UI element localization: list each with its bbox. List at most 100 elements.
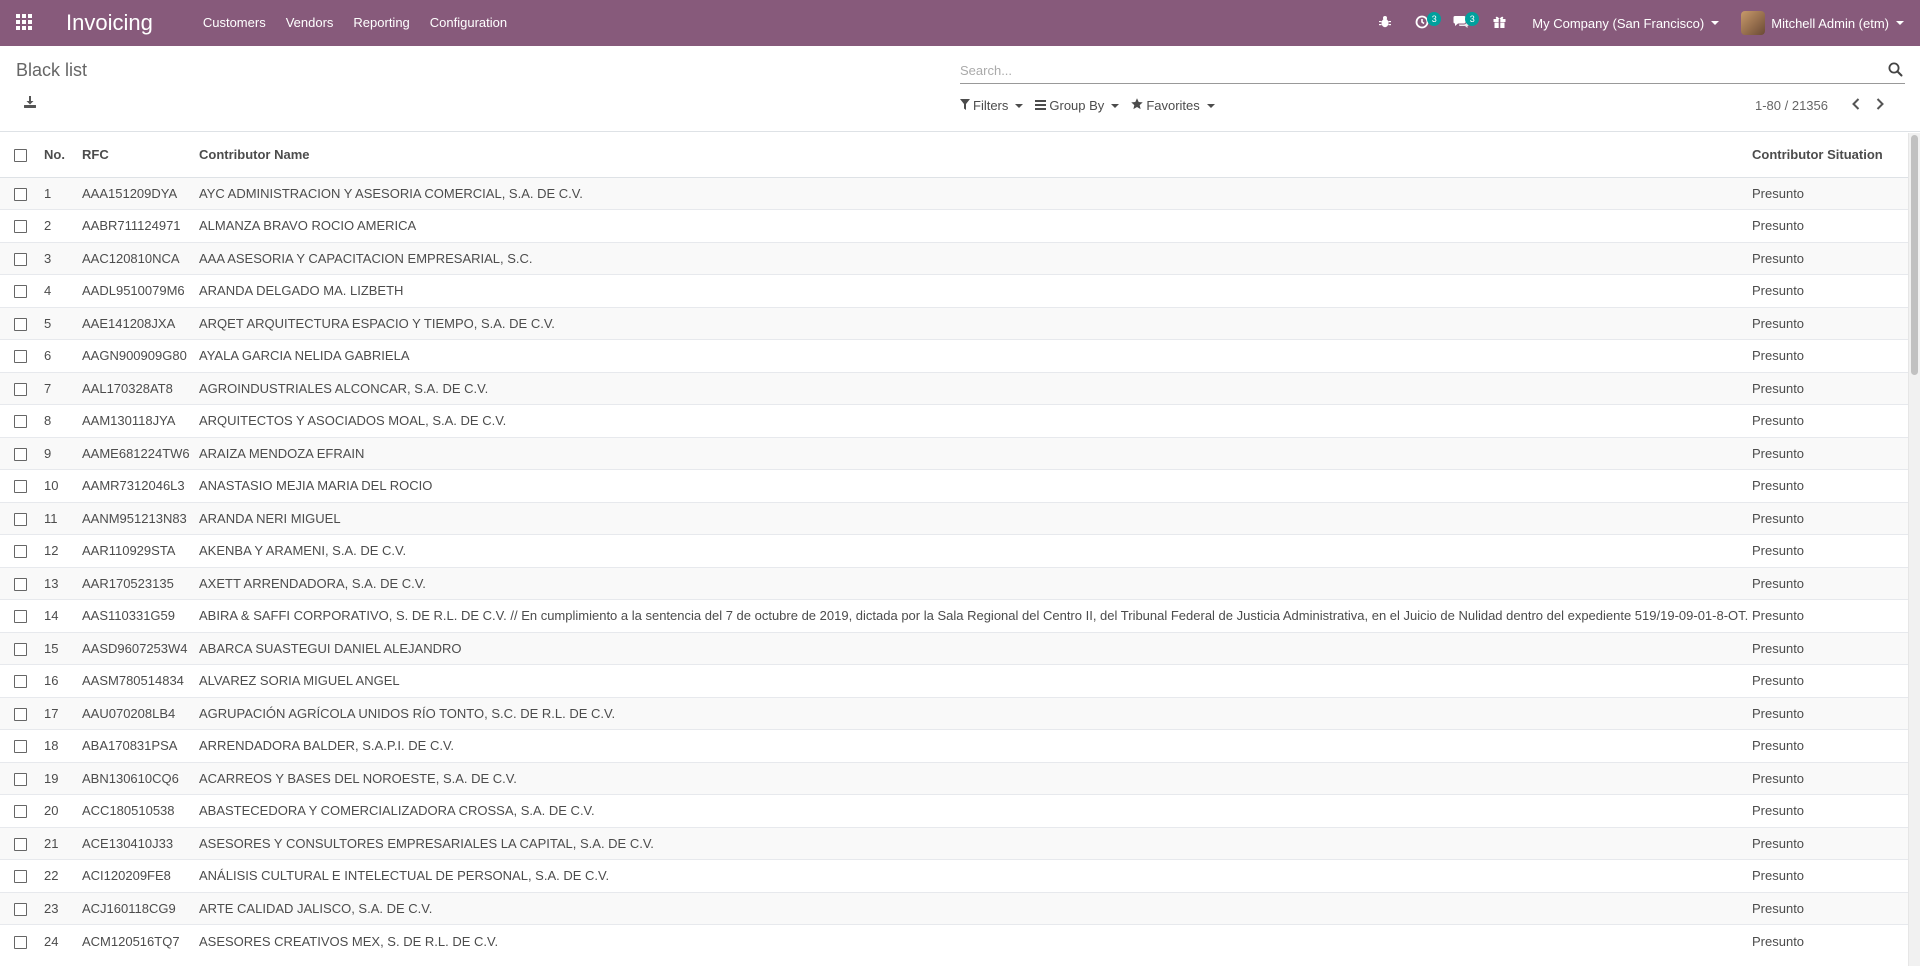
table-row[interactable]: 6 AAGN900909G80 AYALA GARCIA NELIDA GABRIE… [0, 339, 1908, 372]
scrollbar[interactable] [1908, 133, 1920, 966]
activities-button[interactable]: 3 [1403, 0, 1442, 46]
cell-contributor-name: ARANDA DELGADO MA. LIZBETH [199, 274, 1752, 307]
table-row[interactable]: 7 AAL170328AT8 AGROINDUSTRIALES ALCONCAR, … [0, 371, 1908, 405]
row-checkbox[interactable] [14, 252, 27, 266]
table-row[interactable]: 15 AASD9607253W4 ABARCA SUASTEGUI DANIEL A… [0, 631, 1908, 665]
row-checkbox[interactable] [14, 545, 27, 559]
row-checkbox[interactable] [14, 480, 27, 494]
table-row[interactable]: 14 AAS110331G59 ABIRA & SAFFI CORPORATIVO,… [0, 599, 1908, 632]
row-checkbox[interactable] [14, 317, 27, 331]
app-title[interactable]: Invoicing [66, 10, 153, 36]
table-row[interactable]: 11 AANM951213N83 ARANDA NERI MIGUEL Presunt… [0, 501, 1908, 535]
pager-previous-button[interactable] [1844, 98, 1868, 113]
table-row[interactable]: 21 ACE130410J33 ASESORES Y CONSULTORES EMP… [0, 826, 1908, 860]
groupby-dropdown[interactable]: Group By [1035, 98, 1120, 113]
favorites-dropdown[interactable]: Favorites [1131, 98, 1215, 113]
row-checkbox[interactable] [14, 805, 27, 819]
table-row[interactable]: 9 AAME681224TW6 ARAIZA MENDOZA EFRAIN Presu… [0, 436, 1908, 470]
cell-contributor-situation: Presunto [1752, 371, 1908, 405]
table-row[interactable]: 12 AAR110929STA AKENBA Y ARAMENI, S.A. DE … [0, 534, 1908, 567]
chevron-right-icon [1876, 98, 1884, 113]
cell-rfc: ACM120516TQ7 [82, 924, 199, 957]
column-header-contributor-name[interactable]: Contributor Name [199, 133, 1752, 178]
search-icon[interactable] [1888, 62, 1903, 80]
cell-no: 23 [36, 891, 82, 925]
table-row[interactable]: 23 ACJ160118CG9 ARTE CALIDAD JALISCO, S.A.… [0, 891, 1908, 925]
row-select-cell [0, 274, 36, 307]
row-checkbox[interactable] [14, 902, 27, 916]
table-row[interactable]: 13 AAR170523135 AXETT ARRENDADORA, S.A. DE… [0, 566, 1908, 600]
gift-button[interactable] [1481, 0, 1518, 46]
menu-vendors[interactable]: Vendors [276, 0, 344, 46]
table-row[interactable]: 3 AAC120810NCA AAA ASESORIA Y CAPACITACION… [0, 241, 1908, 275]
cell-contributor-name: ARRENDADORA BALDER, S.A.P.I. DE C.V. [199, 729, 1752, 762]
row-select-cell [0, 209, 36, 242]
table-row[interactable]: 5 AAE141208JXA ARQET ARQUITECTURA ESPACIO … [0, 306, 1908, 340]
row-checkbox[interactable] [14, 447, 27, 461]
filters-dropdown[interactable]: Filters [960, 98, 1024, 113]
row-checkbox[interactable] [14, 220, 27, 234]
row-checkbox[interactable] [14, 772, 27, 786]
table-row[interactable]: 8 AAM130118JYA ARQUITECTOS Y ASOCIADOS MOA… [0, 404, 1908, 437]
cell-contributor-situation: Presunto [1752, 241, 1908, 275]
row-select-cell [0, 924, 36, 957]
column-header-contributor-situation[interactable]: Contributor Situation [1752, 133, 1908, 178]
cell-contributor-name: AYC ADMINISTRACION Y ASESORIA COMERCIAL,… [199, 176, 1752, 210]
cell-no: 21 [36, 826, 82, 860]
row-select-cell [0, 891, 36, 925]
select-all-checkbox[interactable] [14, 149, 27, 163]
row-checkbox[interactable] [14, 740, 27, 754]
scrollbar-thumb[interactable] [1911, 135, 1918, 375]
row-checkbox[interactable] [14, 512, 27, 526]
table-row[interactable]: 10 AAMR7312046L3 ANASTASIO MEJIA MARIA DEL… [0, 469, 1908, 502]
search-input[interactable] [960, 58, 1860, 82]
menu-reporting[interactable]: Reporting [343, 0, 419, 46]
table-row[interactable]: 17 AAU070208LB4 AGRUPACIÓN AGRÍCOLA UNIDOS… [0, 696, 1908, 730]
apps-menu-button[interactable] [0, 0, 48, 46]
row-checkbox[interactable] [14, 350, 27, 364]
row-checkbox[interactable] [14, 415, 27, 429]
cell-contributor-situation: Presunto [1752, 306, 1908, 340]
row-checkbox[interactable] [14, 837, 27, 851]
export-button[interactable] [24, 96, 36, 111]
cell-no: 1 [36, 176, 82, 210]
messages-button[interactable]: 3 [1441, 0, 1481, 46]
debug-button[interactable] [1367, 0, 1403, 46]
table-row[interactable]: 16 AASM780514834 ALVAREZ SORIA MIGUEL ANGE… [0, 664, 1908, 697]
cell-contributor-situation: Presunto [1752, 274, 1908, 307]
column-header-no[interactable]: No. [36, 133, 82, 178]
row-checkbox[interactable] [14, 675, 27, 689]
row-select-cell [0, 534, 36, 567]
table-row[interactable]: 19 ABN130610CQ6 ACARREOS Y BASES DEL NOROE… [0, 761, 1908, 795]
pager-value[interactable]: 1-80 / 21356 [1755, 98, 1828, 113]
row-select-cell [0, 859, 36, 892]
user-menu[interactable]: Mitchell Admin (etm) [1733, 0, 1920, 46]
row-checkbox[interactable] [14, 577, 27, 591]
menu-configuration[interactable]: Configuration [420, 0, 517, 46]
cell-no: 12 [36, 534, 82, 567]
cell-contributor-situation: Presunto [1752, 891, 1908, 925]
table-row[interactable]: 2 AABR711124971 ALMANZA BRAVO ROCIO AMERIC… [0, 209, 1908, 242]
table-row[interactable]: 22 ACI120209FE8 ANÁLISIS CULTURAL E INTELE… [0, 859, 1908, 892]
table-row[interactable]: 18 ABA170831PSA ARRENDADORA BALDER, S.A.P.… [0, 729, 1908, 762]
cell-no: 13 [36, 566, 82, 600]
row-checkbox[interactable] [14, 610, 27, 624]
column-header-rfc[interactable]: RFC [82, 133, 199, 178]
table-row[interactable]: 20 ACC180510538 ABASTECEDORA Y COMERCIALIZ… [0, 794, 1908, 827]
company-switcher[interactable]: My Company (San Francisco) [1518, 0, 1733, 46]
row-checkbox[interactable] [14, 642, 27, 656]
row-checkbox[interactable] [14, 935, 27, 949]
table-row[interactable]: 4 AADL9510079M6 ARANDA DELGADO MA. LIZBETH… [0, 274, 1908, 307]
row-checkbox[interactable] [14, 870, 27, 884]
row-checkbox[interactable] [14, 285, 27, 299]
table-row[interactable]: 1 AAA151209DYA AYC ADMINISTRACION Y ASESOR… [0, 176, 1908, 210]
row-checkbox[interactable] [14, 187, 27, 201]
pager-next-button[interactable] [1868, 98, 1892, 113]
row-checkbox[interactable] [14, 707, 27, 721]
table-row[interactable]: 24 ACM120516TQ7 ASESORES CREATIVOS MEX, S.… [0, 924, 1908, 957]
cell-no: 9 [36, 436, 82, 470]
row-checkbox[interactable] [14, 382, 27, 396]
search-options: Filters Group By Favorites [960, 98, 1227, 113]
menu-customers[interactable]: Customers [193, 0, 276, 46]
cell-rfc: AAM130118JYA [82, 404, 199, 437]
